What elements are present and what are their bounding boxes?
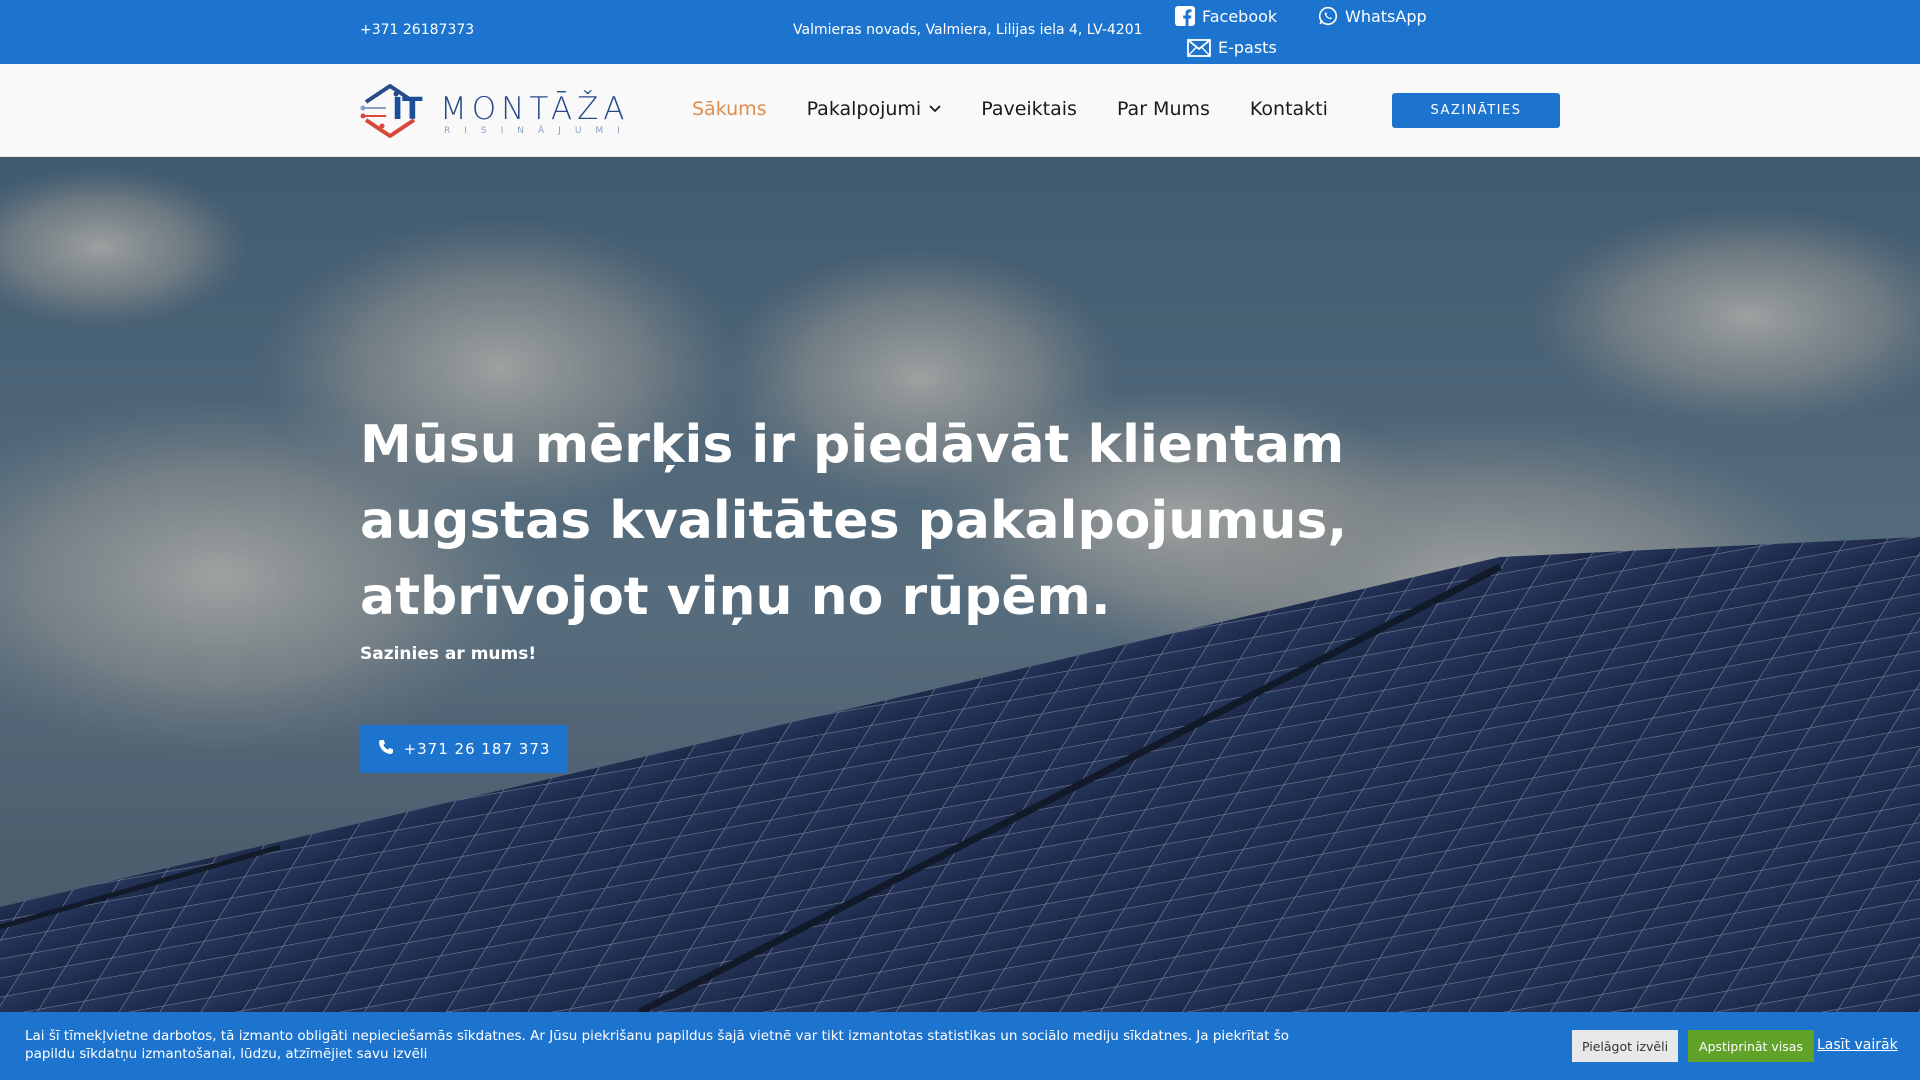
nav-item-paveiktais[interactable]: Paveiktais: [981, 98, 1077, 120]
cookie-text: Lai šī tīmekļvietne darbotos, tā izmanto…: [25, 1028, 1290, 1062]
email-link[interactable]: E-pasts: [1187, 38, 1277, 57]
call-button-label: +371 26 187 373: [403, 740, 551, 758]
topbar-address: Valmieras novads, Valmiera, Lilijas iela…: [793, 22, 1143, 38]
nav-item-pakalpojumi[interactable]: Pakalpojumi: [807, 98, 942, 120]
hero-subline: Sazinies ar mums!: [360, 644, 537, 664]
envelope-icon: [1187, 38, 1211, 57]
nav-item-label: Sākums: [692, 98, 767, 120]
facebook-label: Facebook: [1202, 6, 1278, 26]
hero-headline: Mūsu mērķis ir piedāvāt klientam augstas…: [360, 415, 1348, 627]
call-button[interactable]: +371 26 187 373: [360, 725, 568, 773]
logo-sub-text: RISINĀJUMI: [444, 126, 634, 136]
nav-item-sakums[interactable]: Sākums: [692, 98, 767, 120]
email-label: E-pasts: [1218, 38, 1277, 57]
nav-item-label: Pakalpojumi: [806, 98, 922, 120]
nav-item-kontakti[interactable]: Kontakti: [1250, 98, 1328, 120]
nav-item-par-mums[interactable]: Par Mums: [1117, 98, 1210, 120]
customize-cookies-button[interactable]: Pielāgot izvēli: [1572, 1030, 1678, 1062]
main-nav: Sākums Pakalpojumi Paveiktais Par Mums K…: [692, 98, 1368, 120]
read-more-link[interactable]: Lasīt vairāk: [1817, 1037, 1898, 1053]
top-contact-bar: +371 26187373 Valmieras novads, Valmiera…: [0, 0, 1920, 64]
nav-item-label: Par Mums: [1116, 98, 1210, 120]
phone-icon: [378, 739, 394, 759]
hero-section: Mūsu mērķis ir piedāvāt klientam augstas…: [0, 157, 1920, 1012]
logo-it-text: IT: [392, 92, 423, 127]
whatsapp-label: WhatsApp: [1345, 6, 1427, 26]
chevron-down-icon: [929, 101, 941, 117]
accept-all-cookies-button[interactable]: Apstiprināt visas: [1688, 1030, 1814, 1062]
main-header: IT MONTĀŽA RISINĀJUMI Sākums Pakalpojumi…: [0, 64, 1920, 157]
nav-item-label: Paveiktais: [981, 98, 1077, 120]
nav-item-label: Kontakti: [1249, 98, 1328, 120]
whatsapp-link[interactable]: WhatsApp: [1318, 6, 1427, 26]
contact-cta-button[interactable]: SAZINĀTIES: [1392, 93, 1560, 128]
cookie-consent-bar: Lai šī tīmekļvietne darbotos, tā izmanto…: [0, 1012, 1920, 1080]
topbar-phone[interactable]: +371 26187373: [360, 22, 474, 38]
logo-name-text: MONTĀŽA: [440, 91, 630, 127]
facebook-link[interactable]: Facebook: [1175, 6, 1277, 26]
facebook-icon: [1175, 6, 1195, 26]
site-logo[interactable]: IT MONTĀŽA RISINĀJUMI: [360, 80, 625, 142]
whatsapp-icon: [1318, 6, 1338, 26]
